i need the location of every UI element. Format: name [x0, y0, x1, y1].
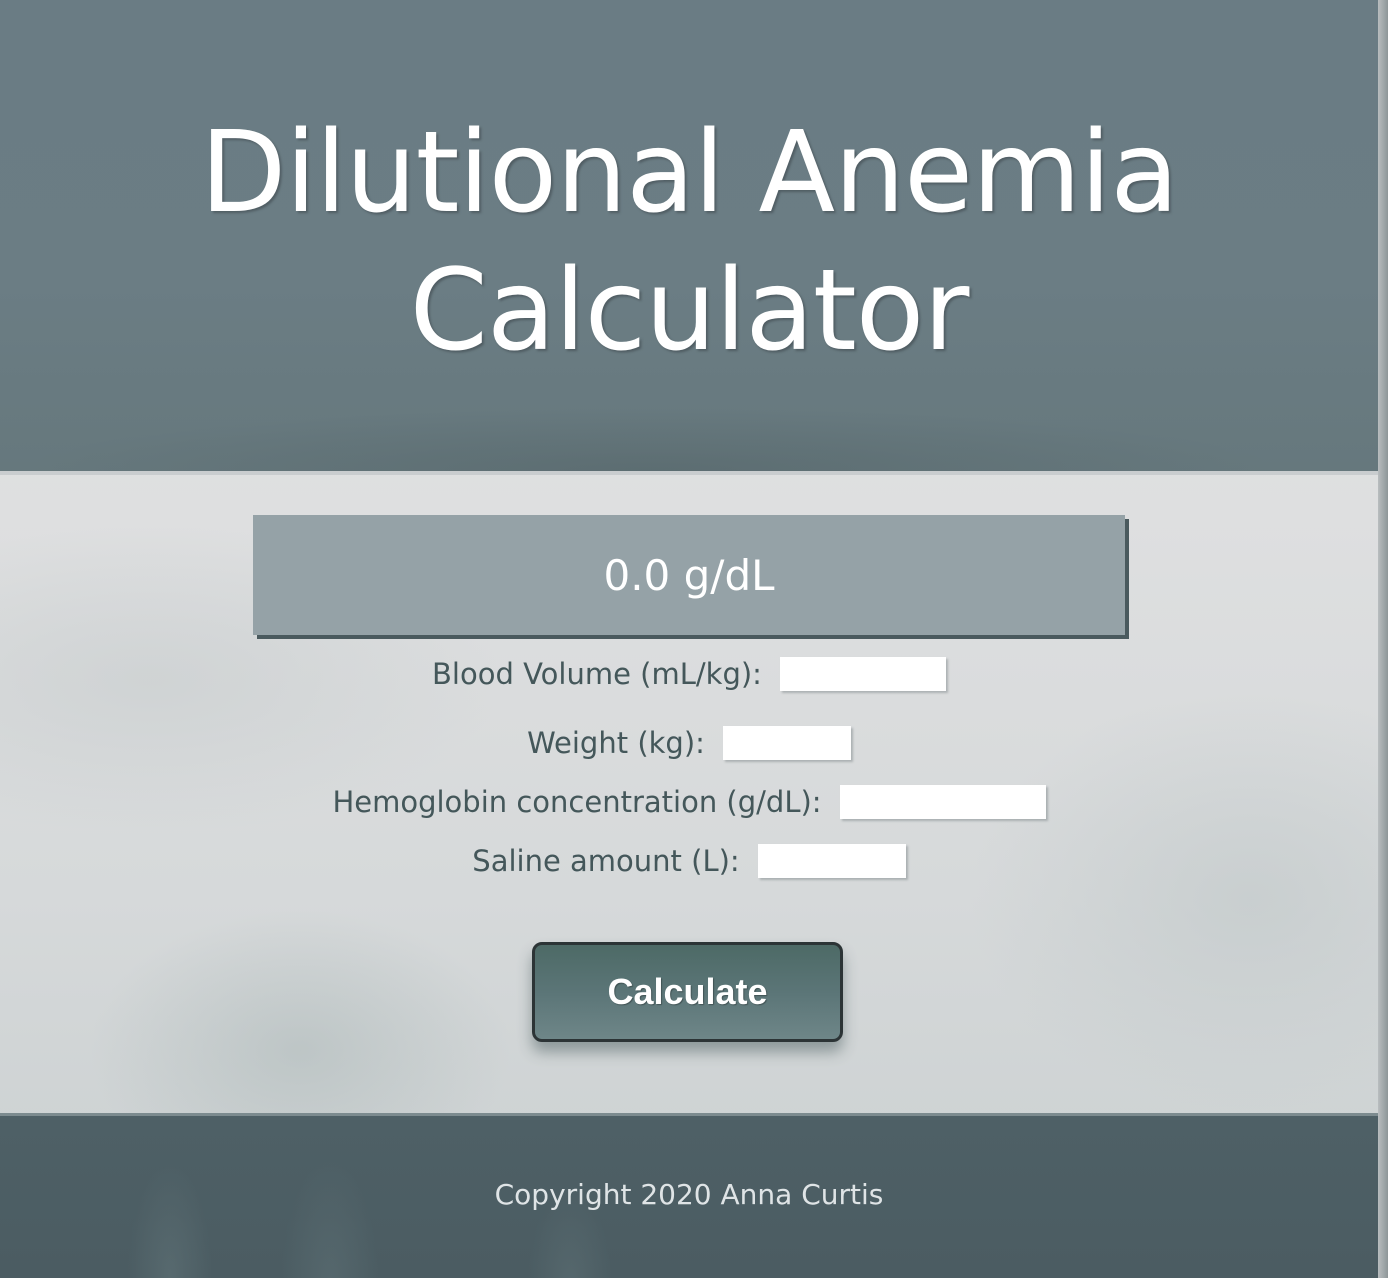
weight-input[interactable]: [722, 726, 851, 760]
result-value: 0.0 g/dL: [603, 550, 775, 600]
page-title: Dilutional Anemia Calculator: [0, 104, 1378, 380]
hemoglobin-input[interactable]: [839, 785, 1046, 819]
saline-input[interactable]: [757, 844, 906, 878]
page-title-line-1: Dilutional Anemia: [200, 108, 1179, 238]
result-display: 0.0 g/dL: [253, 515, 1125, 635]
page-title-line-2: Calculator: [409, 246, 970, 376]
blood-volume-label: Blood Volume (mL/kg):: [432, 657, 762, 691]
blood-volume-row: Blood Volume (mL/kg):: [0, 657, 1378, 691]
hemoglobin-label: Hemoglobin concentration (g/dL):: [332, 785, 822, 819]
saline-row: Saline amount (L):: [0, 844, 1378, 878]
calculate-button[interactable]: Calculate: [532, 942, 843, 1042]
blood-volume-input[interactable]: [779, 657, 946, 691]
weight-row: Weight (kg):: [0, 726, 1378, 760]
saline-label: Saline amount (L):: [472, 844, 740, 878]
weight-label: Weight (kg):: [527, 726, 705, 760]
page: Dilutional Anemia Calculator 0.0 g/dL Bl…: [0, 0, 1388, 1278]
copyright-text: Copyright 2020 Anna Curtis: [494, 1178, 884, 1211]
window-right-edge: [1378, 0, 1388, 1278]
hemoglobin-row: Hemoglobin concentration (g/dL):: [0, 785, 1378, 819]
